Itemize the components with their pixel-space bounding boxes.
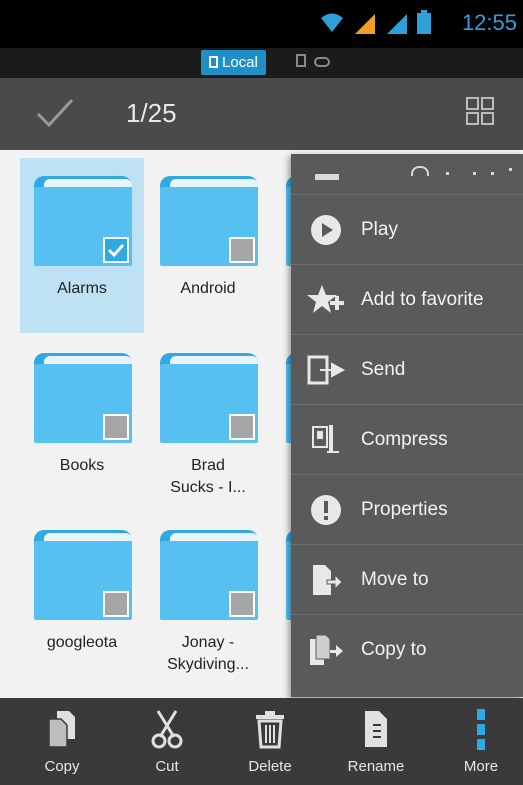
rename-icon bbox=[365, 711, 387, 747]
delete-label: Delete bbox=[248, 758, 292, 775]
phone-icon bbox=[209, 56, 218, 68]
signal-icon bbox=[355, 14, 375, 34]
cut-button[interactable]: Cut bbox=[127, 704, 207, 775]
dot-icon bbox=[473, 172, 476, 175]
menu-item-add-to-favorite[interactable]: Add to favorite bbox=[291, 265, 523, 335]
cut-label: Cut bbox=[155, 758, 179, 775]
cloud-icon[interactable] bbox=[314, 57, 330, 67]
menu-item-play[interactable]: Play bbox=[291, 195, 523, 265]
copy-icon bbox=[48, 711, 75, 748]
folder-icon bbox=[34, 353, 132, 443]
play-icon bbox=[311, 214, 341, 245]
more-vertical-icon bbox=[477, 709, 485, 750]
copy-label: Copy bbox=[44, 758, 80, 775]
bottom-toolbar: Copy Cut Delete Rename More bbox=[0, 698, 523, 785]
star-add-icon bbox=[307, 284, 344, 313]
menu-item-label: Play bbox=[361, 218, 398, 240]
done-check-icon[interactable] bbox=[35, 96, 75, 130]
compress-icon bbox=[312, 424, 339, 453]
tab-local[interactable]: Local bbox=[201, 50, 266, 75]
folder-icon bbox=[160, 353, 258, 443]
folder-tile[interactable]: Books bbox=[20, 335, 144, 510]
copy-button[interactable]: Copy bbox=[22, 704, 102, 775]
folder-tile[interactable]: Alarms bbox=[20, 158, 144, 333]
folder-icon bbox=[34, 530, 132, 620]
rename-button[interactable]: Rename bbox=[336, 704, 416, 775]
trash-icon bbox=[256, 711, 284, 749]
menu-item-compress[interactable]: Compress bbox=[291, 405, 523, 475]
dot-icon bbox=[509, 168, 512, 171]
location-bar: Local bbox=[0, 48, 523, 78]
copy-to-icon bbox=[310, 634, 343, 665]
menu-item-label: Properties bbox=[361, 498, 448, 520]
folder-tile[interactable]: googleota bbox=[20, 512, 144, 687]
menu-item-properties[interactable]: Properties bbox=[291, 475, 523, 545]
grid-view-toggle-icon[interactable] bbox=[465, 96, 495, 126]
folder-icon bbox=[160, 530, 258, 620]
dot-icon bbox=[446, 172, 449, 175]
folder-tile[interactable] bbox=[272, 158, 291, 333]
battery-icon bbox=[417, 10, 431, 34]
delete-button[interactable]: Delete bbox=[230, 704, 310, 775]
folder-name: Android bbox=[180, 280, 236, 297]
menu-item-copy-to[interactable]: Copy to bbox=[291, 615, 523, 685]
folder-tile[interactable] bbox=[272, 335, 291, 510]
folder-name: Brad Sucks - I... bbox=[170, 457, 246, 496]
context-menu-header bbox=[291, 154, 523, 195]
action-bar: 1/25 bbox=[0, 78, 523, 150]
menu-item-label: Send bbox=[361, 358, 406, 380]
folder-name: Jonay - Skydiving... bbox=[167, 634, 249, 673]
menu-item-label: Add to favorite bbox=[361, 288, 484, 310]
checkbox[interactable] bbox=[229, 591, 255, 617]
menu-item-move-to[interactable]: Move to bbox=[291, 545, 523, 615]
checkbox[interactable] bbox=[229, 414, 255, 440]
folder-name: Books bbox=[59, 457, 105, 474]
checkmark-icon bbox=[107, 243, 125, 258]
tab-local-label: Local bbox=[222, 54, 258, 71]
signal-icon bbox=[387, 14, 407, 34]
folder-name: googleota bbox=[46, 634, 118, 651]
folder-tile[interactable]: Jonay - Skydiving... bbox=[146, 512, 270, 687]
checkbox[interactable] bbox=[103, 414, 129, 440]
folder-name: Alarms bbox=[57, 280, 107, 297]
scissors-icon bbox=[151, 710, 183, 749]
folder-icon bbox=[160, 176, 258, 266]
status-bar: 12:55 bbox=[0, 0, 523, 48]
more-button[interactable]: More bbox=[441, 704, 521, 775]
folder-tile[interactable]: Android bbox=[146, 158, 270, 333]
selection-count: 1/25 bbox=[126, 98, 177, 128]
wifi-icon bbox=[411, 166, 429, 176]
dot-icon bbox=[491, 172, 494, 175]
context-menu: Play Add to favorite Send Compress Prope… bbox=[291, 154, 523, 697]
folder-tile[interactable]: Brad Sucks - I... bbox=[146, 335, 270, 510]
sdcard-icon bbox=[315, 174, 339, 180]
menu-item-label: Copy to bbox=[361, 639, 427, 660]
menu-item-send[interactable]: Send bbox=[291, 335, 523, 405]
checkbox-checked[interactable] bbox=[103, 237, 129, 263]
wifi-icon bbox=[321, 13, 343, 32]
status-time: 12:55 bbox=[461, 10, 517, 35]
more-label: More bbox=[463, 758, 499, 775]
info-icon bbox=[311, 494, 341, 525]
checkbox[interactable] bbox=[229, 237, 255, 263]
menu-item-label: Move to bbox=[361, 568, 429, 590]
checkbox[interactable] bbox=[103, 591, 129, 617]
menu-item-label: Compress bbox=[361, 428, 448, 450]
send-icon bbox=[307, 355, 346, 384]
rename-label: Rename bbox=[347, 758, 405, 775]
folder-icon bbox=[34, 176, 132, 266]
sdcard-icon[interactable] bbox=[296, 54, 306, 67]
folder-tile[interactable] bbox=[272, 512, 291, 687]
move-icon bbox=[313, 564, 343, 595]
